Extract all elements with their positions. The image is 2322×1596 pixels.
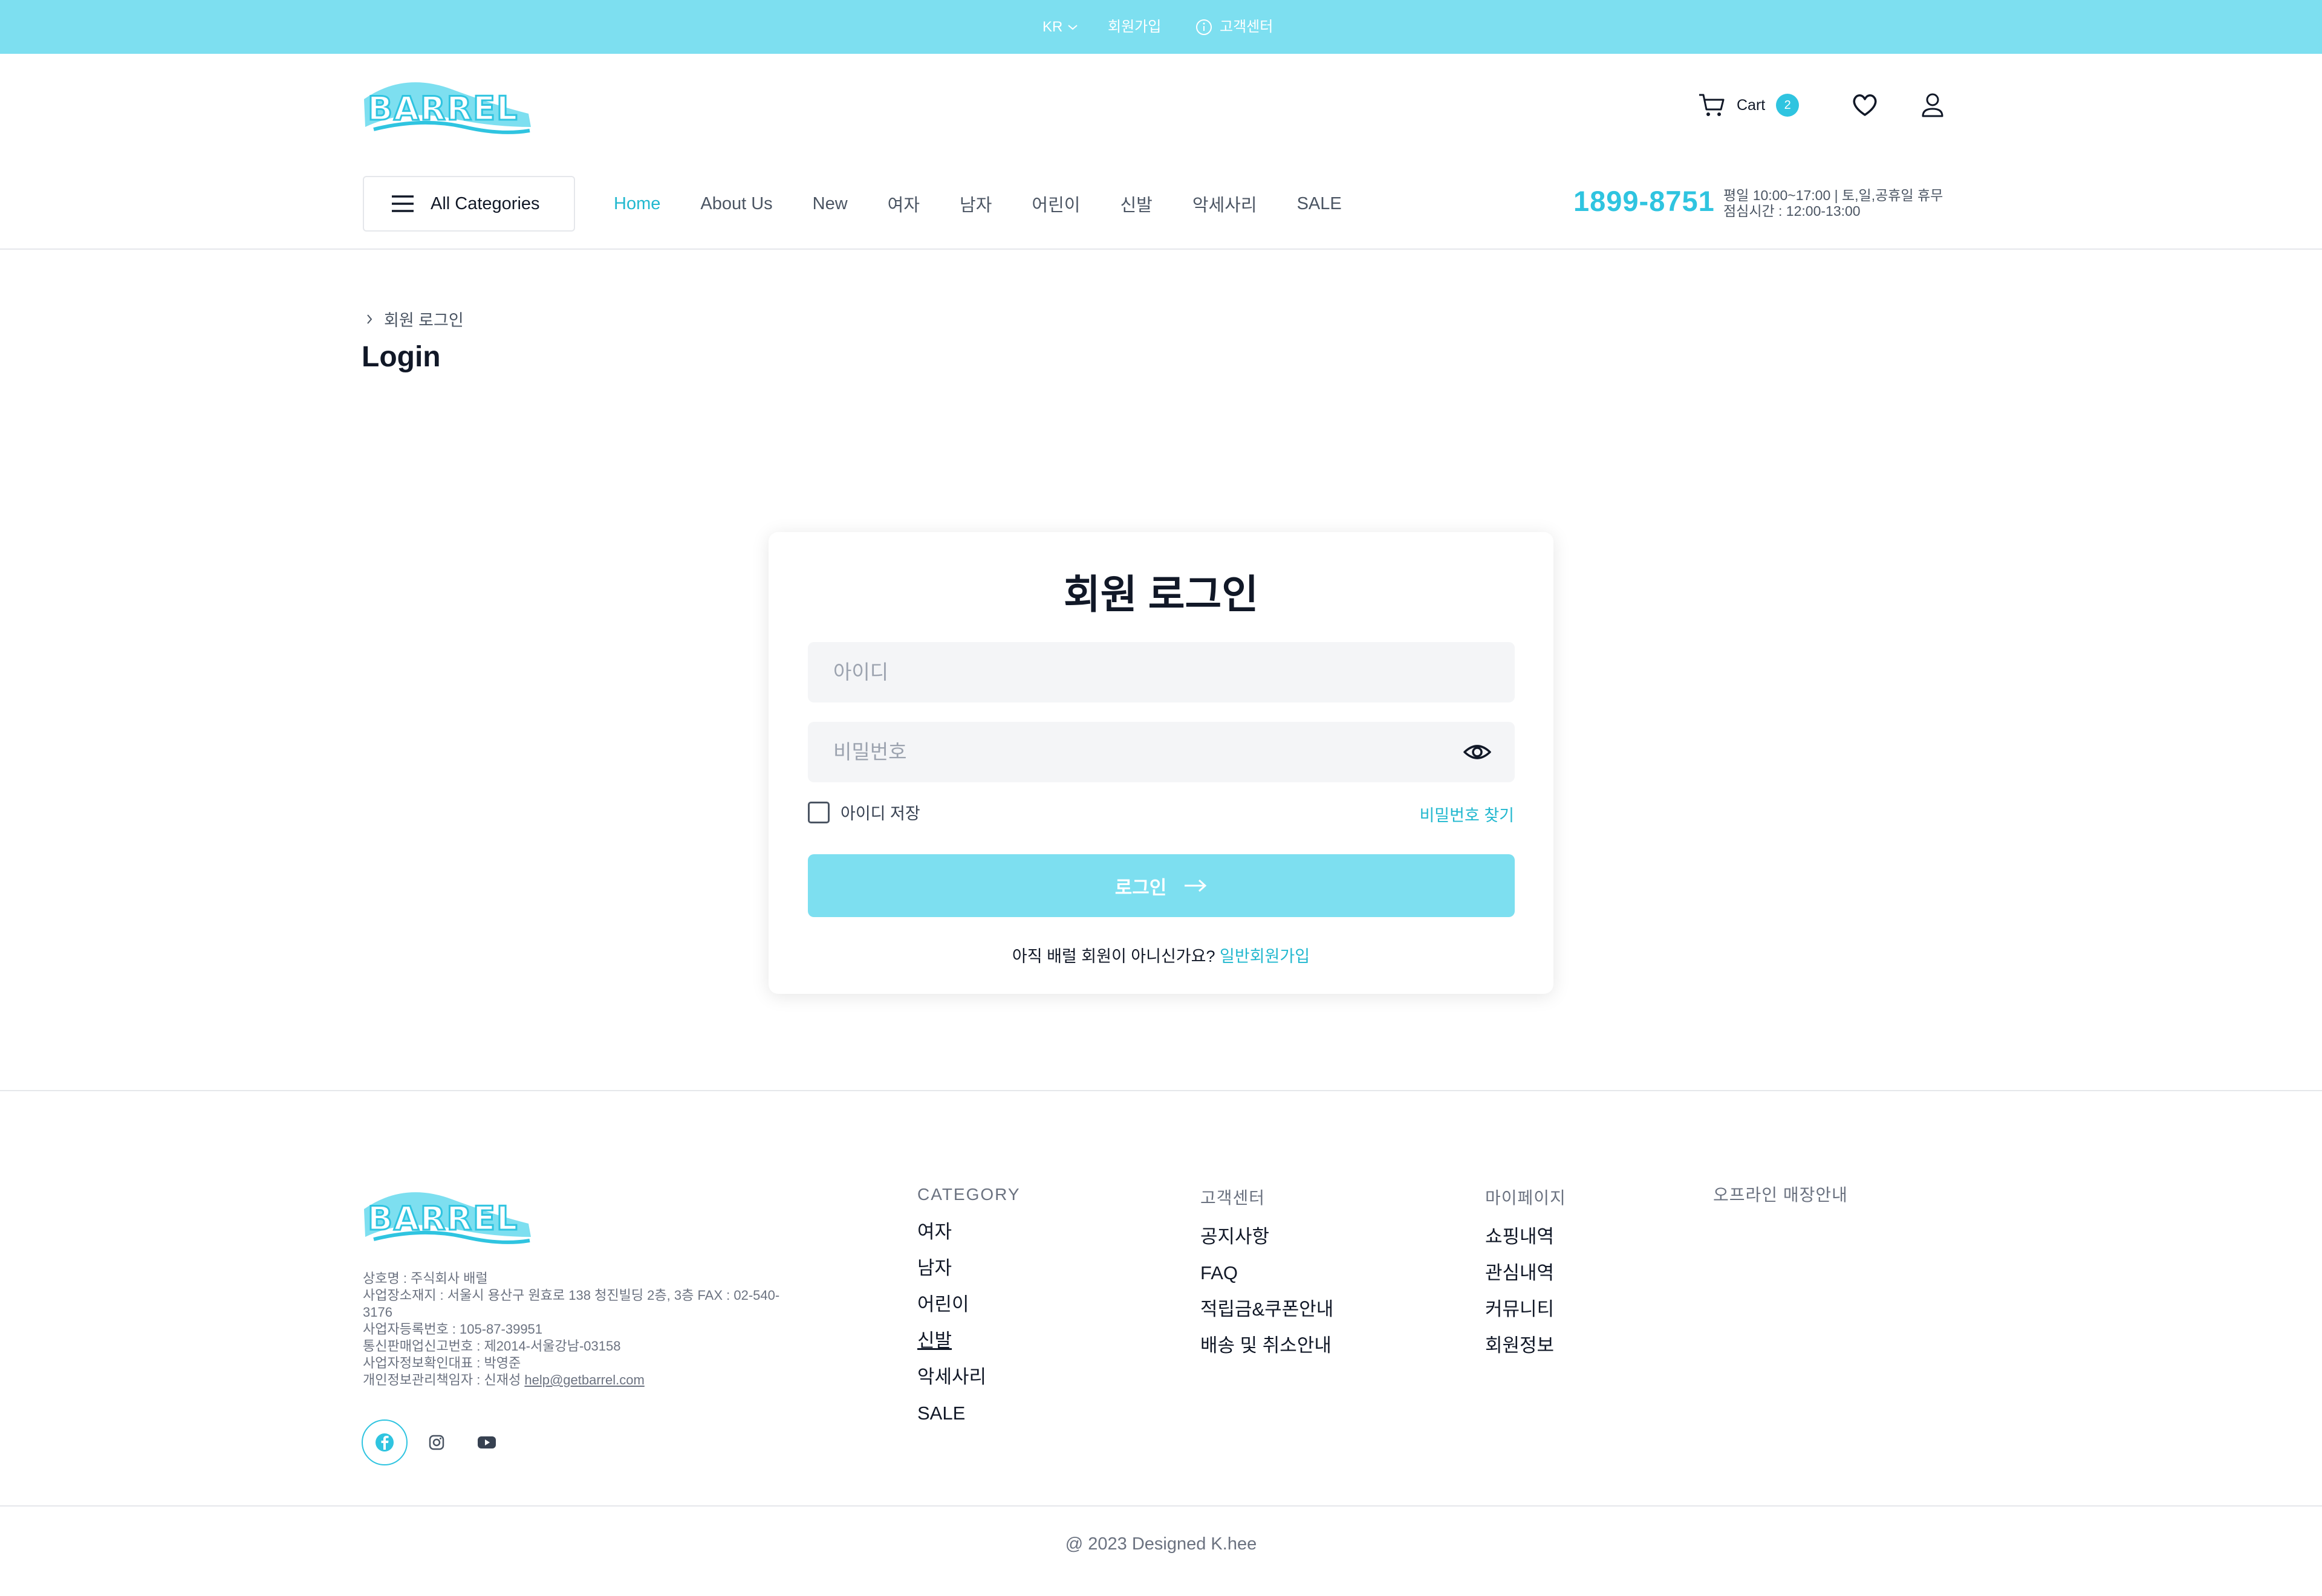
- footer-cs-title: 고객센터: [1200, 1189, 1266, 1207]
- footer-link-profile[interactable]: 회원정보: [1485, 1335, 1566, 1371]
- facebook-button[interactable]: [362, 1419, 408, 1465]
- nav-link-new[interactable]: New: [813, 194, 848, 214]
- nav-link-sale[interactable]: SALE: [1297, 194, 1342, 214]
- footer-link-wishlist[interactable]: 관심내역: [1485, 1262, 1566, 1299]
- footer-divider: [0, 1090, 2322, 1091]
- wishlist-button[interactable]: [1850, 91, 1879, 120]
- top-bar: KR 회원가입 고객센터: [0, 0, 2322, 54]
- phone-number: 1899-8751: [1573, 185, 1715, 217]
- nav-link-kids[interactable]: 어린이: [1032, 191, 1080, 216]
- footer-link-points[interactable]: 적립금&쿠폰안내: [1200, 1299, 1333, 1335]
- nav-link-about[interactable]: About Us: [700, 194, 772, 214]
- footer-link-women[interactable]: 여자: [917, 1221, 1021, 1257]
- footer-link-shipping[interactable]: 배송 및 취소안내: [1200, 1335, 1333, 1371]
- nav-divider: [0, 248, 2322, 250]
- footer-link-notice[interactable]: 공지사항: [1200, 1226, 1333, 1262]
- find-password-link[interactable]: 비밀번호 찾기: [1419, 802, 1514, 826]
- footer-mypage-title: 마이페이지: [1485, 1189, 1566, 1207]
- password-field[interactable]: [808, 722, 1515, 782]
- instagram-icon: [429, 1435, 444, 1450]
- remember-label: 아이디 저장: [841, 805, 920, 823]
- login-title: 회원 로그인: [1064, 572, 1258, 617]
- footer-link-orders[interactable]: 쇼핑내역: [1485, 1226, 1566, 1262]
- nav-link-shoes[interactable]: 신발: [1120, 191, 1152, 216]
- footer-link-kids[interactable]: 어린이: [917, 1294, 1021, 1330]
- main-nav: Home About Us New 여자 남자 어린이 신발 악세사리 SALE: [614, 187, 1382, 220]
- login-card: 회원 로그인 아이디 저장 비밀번호 찾기 로그인 아직 배럴 회원이 아니신가…: [769, 532, 1553, 994]
- language-label: KR: [1042, 19, 1063, 35]
- chevron-right-icon: [367, 314, 372, 324]
- language-selector[interactable]: KR: [1042, 0, 1078, 54]
- footer-link-men[interactable]: 남자: [917, 1257, 1021, 1294]
- svg-text:BARREL: BARREL: [368, 1199, 518, 1238]
- remember-id[interactable]: 아이디 저장: [808, 800, 920, 824]
- footer-logo[interactable]: BARREL: [362, 1185, 533, 1247]
- eye-icon[interactable]: [1463, 739, 1492, 765]
- id-field[interactable]: [808, 642, 1515, 702]
- customer-center-link[interactable]: 고객센터: [1195, 0, 1273, 54]
- nav-link-men[interactable]: 남자: [960, 191, 992, 216]
- footer-offline-column: 오프라인 매장안내: [1713, 1182, 1848, 1223]
- hours-line-1: 평일 10:00~17:00 | 토,일,공휴일 휴무: [1723, 187, 1943, 203]
- company-address: 사업장소재지 : 서울시 용산구 원효로 138 청진빌딩 2층, 3층 FAX…: [363, 1288, 780, 1320]
- all-categories-label: All Categories: [431, 193, 540, 213]
- footer-link-faq[interactable]: FAQ: [1200, 1262, 1333, 1299]
- remember-checkbox[interactable]: [808, 801, 830, 823]
- svg-text:BARREL: BARREL: [368, 89, 518, 128]
- all-categories-button[interactable]: All Categories: [363, 176, 575, 232]
- brand-logo[interactable]: BARREL: [362, 75, 533, 137]
- facebook-icon: [376, 1433, 394, 1452]
- id-input[interactable]: [832, 660, 1439, 684]
- account-button[interactable]: [1918, 91, 1947, 120]
- cart-icon: [1699, 94, 1725, 116]
- company-info: 상호명 : 주식회사 배럴 사업장소재지 : 서울시 용산구 원효로 138 청…: [363, 1270, 780, 1389]
- page-title: Login: [362, 341, 441, 373]
- privacy-officer: 개인정보관리책임자 : 신재성 help@getbarrel.com: [363, 1372, 645, 1387]
- menu-icon: [392, 195, 414, 212]
- representative: 사업자정보확인대표 : 박영준: [363, 1355, 521, 1371]
- arrow-right-icon: [1185, 879, 1207, 892]
- breadcrumb-current[interactable]: 회원 로그인: [384, 307, 464, 331]
- footer-link-sale[interactable]: SALE: [917, 1403, 1021, 1439]
- nav-link-home[interactable]: Home: [614, 194, 660, 214]
- footer-cs-column: 고객센터 공지사항 FAQ 적립금&쿠폰안내 배송 및 취소안내: [1200, 1185, 1333, 1371]
- footer-mypage-column: 마이페이지 쇼핑내역 관심내역 커뮤니티 회원정보: [1485, 1185, 1566, 1371]
- info-icon: [1196, 19, 1212, 35]
- heart-icon: [1853, 94, 1877, 116]
- nav-link-women[interactable]: 여자: [888, 191, 920, 216]
- login-button-label: 로그인: [1114, 877, 1167, 898]
- password-input[interactable]: [832, 740, 1439, 764]
- login-button[interactable]: 로그인: [808, 854, 1515, 917]
- hours-line-2: 점심시간 : 12:00-13:00: [1723, 203, 1861, 219]
- footer-category-column: CATEGORY 여자 남자 어린이 신발 악세사리 SALE: [917, 1185, 1021, 1439]
- cart-button[interactable]: Cart 2: [1698, 92, 1800, 118]
- customer-center-label: 고객센터: [1220, 19, 1273, 35]
- breadcrumb: 회원 로그인: [366, 307, 464, 331]
- business-hours: 평일 10:00~17:00 | 토,일,공휴일 휴무 점심시간 : 12:00…: [1723, 187, 1943, 219]
- footer-category-title: CATEGORY: [917, 1185, 1021, 1204]
- cart-count-badge: 2: [1776, 94, 1800, 117]
- footer-offline-title[interactable]: 오프라인 매장안내: [1713, 1182, 1848, 1206]
- youtube-button[interactable]: [473, 1429, 500, 1456]
- email-link[interactable]: help@getbarrel.com: [524, 1372, 644, 1387]
- signup-link[interactable]: 일반회원가입: [1220, 947, 1310, 965]
- copyright: @ 2023 Designed K.hee: [1065, 1534, 1257, 1554]
- user-icon: [1922, 93, 1943, 117]
- mail-order-number: 통신판매업신고번호 : 제2014-서울강남-03158: [363, 1338, 621, 1354]
- footer-link-accessories[interactable]: 악세사리: [917, 1366, 1021, 1403]
- footer-link-shoes[interactable]: 신발: [917, 1330, 1021, 1366]
- chevron-down-icon: [1068, 24, 1078, 30]
- instagram-button[interactable]: [423, 1429, 450, 1456]
- nav-link-accessories[interactable]: 악세사리: [1192, 191, 1257, 216]
- footer-link-community[interactable]: 커뮤니티: [1485, 1299, 1566, 1335]
- bottom-divider: [0, 1505, 2322, 1507]
- cart-label: Cart: [1737, 96, 1766, 114]
- signup-prompt: 아직 배럴 회원이 아니신가요? 일반회원가입: [769, 943, 1553, 967]
- signup-prompt-text: 아직 배럴 회원이 아니신가요?: [1012, 947, 1215, 965]
- company-name: 상호명 : 주식회사 배럴: [363, 1271, 488, 1286]
- business-number: 사업자등록번호 : 105-87-39951: [363, 1322, 543, 1337]
- youtube-icon: [478, 1436, 496, 1448]
- join-link[interactable]: 회원가입: [1108, 0, 1161, 54]
